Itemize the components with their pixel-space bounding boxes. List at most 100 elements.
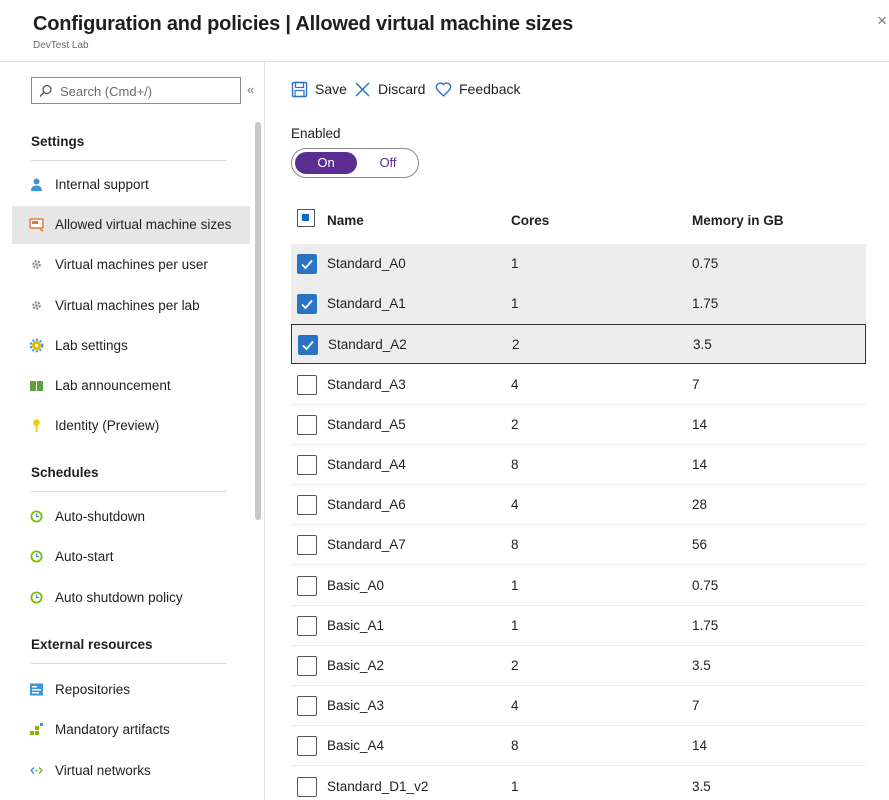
row-checkbox[interactable]: [298, 335, 318, 356]
section-heading-external-resources: External resources: [31, 637, 153, 652]
checkmark-icon: [302, 341, 314, 351]
search-box[interactable]: [31, 77, 241, 104]
cell-memory: 0.75: [692, 577, 719, 593]
sidebar-item-virtual-machines-per-lab[interactable]: Virtual machines per lab: [12, 287, 250, 325]
table-row[interactable]: Standard_A1 1 1.75: [291, 284, 866, 325]
select-all-checkbox[interactable]: [297, 209, 315, 227]
sidebar-item-label: Virtual machines per user: [55, 257, 208, 273]
feedback-label: Feedback: [459, 81, 521, 97]
save-button[interactable]: Save: [291, 78, 347, 100]
page-subtitle: DevTest Lab: [33, 40, 89, 51]
sidebar-item-virtual-networks[interactable]: Virtual networks: [12, 752, 250, 790]
cell-name: Standard_A2: [328, 337, 407, 353]
discard-label: Discard: [378, 81, 426, 97]
sidebar-item-lab-settings[interactable]: Lab settings: [12, 327, 250, 365]
section-divider: [31, 160, 227, 161]
table-row[interactable]: Standard_A4 8 14: [291, 445, 866, 485]
enabled-toggle[interactable]: On Off: [291, 148, 419, 178]
sidebar-item-label: Mandatory artifacts: [55, 722, 170, 738]
table-row[interactable]: Standard_A0 1 0.75: [291, 244, 866, 284]
sidebar-item-mandatory-artifacts[interactable]: Mandatory artifacts: [12, 711, 250, 749]
cell-cores: 2: [512, 337, 520, 353]
cell-memory: 3.5: [693, 337, 712, 353]
row-checkbox[interactable]: [297, 414, 317, 435]
close-icon[interactable]: ×: [877, 12, 887, 29]
cell-name: Standard_A1: [327, 296, 406, 312]
cell-cores: 8: [511, 457, 519, 472]
cell-cores: 8: [511, 738, 519, 754]
row-checkbox[interactable]: [297, 535, 317, 556]
cell-cores: 4: [511, 497, 519, 513]
gear-color-icon: [29, 338, 44, 353]
cell-name: Basic_A4: [327, 738, 385, 754]
table-row[interactable]: Standard_A2 2 3.5: [291, 324, 866, 365]
table-row[interactable]: Basic_A0 1 0.75: [291, 566, 866, 606]
table-row[interactable]: Basic_A1 1 1.75: [291, 606, 866, 646]
feedback-button[interactable]: Feedback: [435, 78, 520, 100]
sidebar-item-allowed-virtual-machine-sizes[interactable]: Allowed virtual machine sizes: [12, 206, 250, 245]
column-header-cores[interactable]: Cores: [511, 213, 549, 228]
sidebar-item-auto-start[interactable]: Auto-start: [12, 538, 250, 576]
sidebar-item-label: Auto-shutdown: [55, 509, 146, 524]
table-row[interactable]: Standard_A3 4 7: [291, 365, 866, 405]
column-header-name[interactable]: Name: [327, 213, 364, 228]
row-checkbox[interactable]: [297, 776, 317, 797]
collapse-sidebar-icon[interactable]: «: [247, 82, 254, 97]
column-header-memory[interactable]: Memory in GB: [692, 213, 784, 228]
row-checkbox[interactable]: [297, 455, 317, 475]
sidebar-item-identity-preview[interactable]: Identity (Preview): [12, 407, 250, 445]
table-row[interactable]: Standard_A6 4 28: [291, 485, 866, 526]
cell-memory: 14: [692, 738, 708, 754]
table-row[interactable]: Standard_A5 2 14: [291, 405, 866, 445]
table-row[interactable]: Standard_A7 8 56: [291, 525, 866, 566]
row-checkbox[interactable]: [297, 575, 317, 596]
cell-cores: 1: [511, 617, 519, 633]
cell-memory: 3.5: [692, 778, 711, 794]
sidebar-item-label: Auto-start: [55, 549, 114, 565]
table-row[interactable]: Standard_D1_v2 1 3.5: [291, 767, 866, 800]
table-row[interactable]: Basic_A2 2 3.5: [291, 646, 866, 686]
toggle-off-option[interactable]: Off: [362, 152, 414, 174]
key-icon: [33, 419, 40, 433]
cell-memory: 1.75: [692, 296, 719, 312]
row-checkbox[interactable]: [297, 696, 317, 717]
sidebar-item-label: Lab announcement: [55, 378, 171, 393]
row-checkbox[interactable]: [297, 656, 317, 676]
blade-header: Configuration and policies | Allowed vir…: [0, 0, 889, 62]
cell-name: Standard_D1_v2: [327, 778, 429, 794]
section-divider: [31, 663, 227, 664]
sidebar-item-virtual-machines-per-user[interactable]: Virtual machines per user: [12, 246, 250, 284]
sidebar-item-label: Lab settings: [55, 337, 128, 353]
sidebar-item-lab-announcement[interactable]: Lab announcement: [12, 367, 250, 405]
section-heading-settings: Settings: [31, 134, 85, 149]
sidebar-item-repositories[interactable]: Repositories: [12, 671, 250, 709]
cell-name: Standard_A0: [327, 256, 406, 271]
row-checkbox[interactable]: [297, 615, 317, 636]
sidebar-item-internal-support[interactable]: Internal support: [12, 166, 250, 204]
row-checkbox[interactable]: [297, 736, 317, 757]
save-label: Save: [315, 81, 347, 97]
checkmark-icon: [301, 259, 313, 270]
sidebar-scrollbar[interactable]: [255, 122, 261, 520]
sidebar-item-label: Allowed virtual machine sizes: [55, 217, 232, 233]
cell-memory: 14: [692, 416, 708, 432]
cell-name: Standard_A3: [327, 376, 406, 392]
checkmark-icon: [301, 300, 313, 310]
search-input[interactable]: [60, 81, 235, 101]
cell-cores: 1: [511, 577, 519, 593]
cell-name: Basic_A0: [327, 577, 385, 593]
sidebar-item-auto-shutdown[interactable]: Auto-shutdown: [12, 498, 250, 536]
row-checkbox[interactable]: [297, 254, 317, 274]
cell-memory: 3.5: [692, 658, 711, 673]
toggle-on-option[interactable]: On: [295, 152, 357, 174]
row-checkbox[interactable]: [297, 374, 317, 395]
cell-cores: 4: [511, 698, 519, 714]
row-checkbox[interactable]: [297, 294, 317, 315]
table-row[interactable]: Basic_A3 4 7: [291, 686, 866, 727]
discard-button[interactable]: Discard: [354, 78, 425, 100]
sidebar-item-auto-shutdown-policy[interactable]: Auto shutdown policy: [12, 579, 250, 617]
section-heading-schedules: Schedules: [31, 465, 99, 480]
main-content: Save Discard Feedback Enabled On Off Nam…: [266, 62, 889, 800]
table-row[interactable]: Basic_A4 8 14: [291, 726, 866, 767]
row-checkbox[interactable]: [297, 495, 317, 516]
